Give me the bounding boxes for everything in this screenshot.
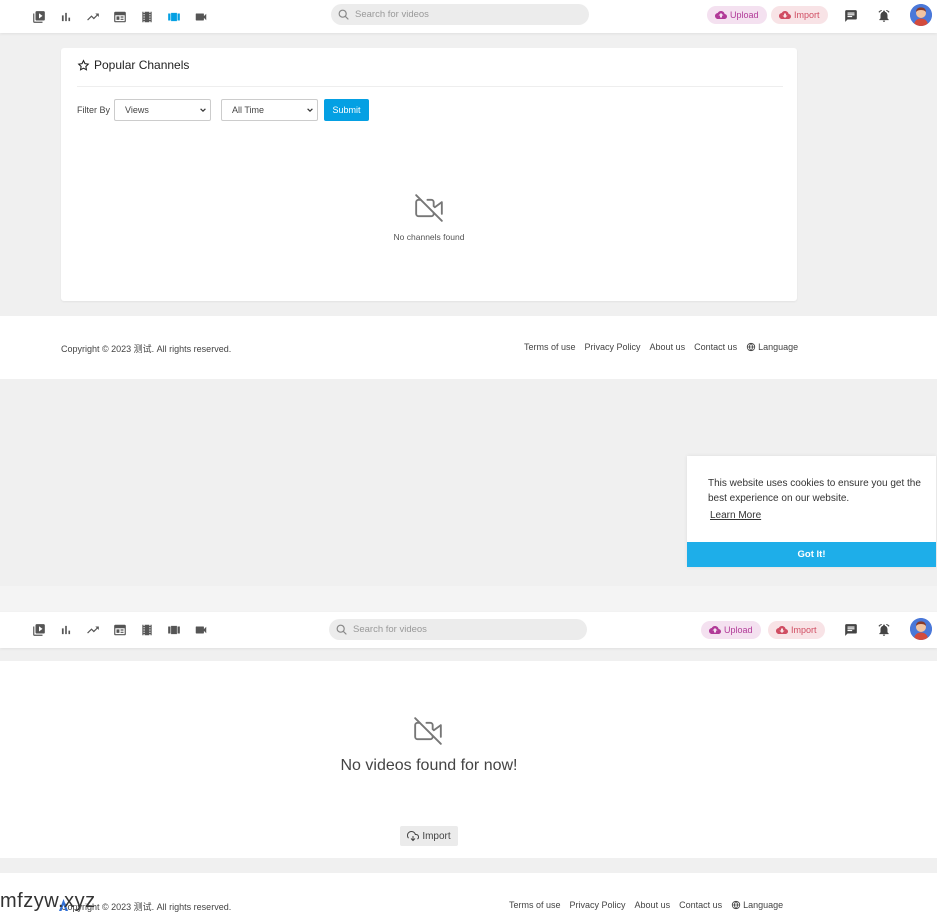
cookie-message: This website uses cookies to ensure you … bbox=[708, 478, 921, 504]
card-divider bbox=[77, 86, 783, 87]
movies-icon[interactable] bbox=[133, 0, 160, 33]
separator-band bbox=[0, 586, 937, 612]
import-button[interactable]: Import bbox=[771, 6, 828, 24]
messages-icon[interactable] bbox=[843, 8, 859, 24]
popular-channels-card: Popular Channels Filter By Views All Tim… bbox=[61, 48, 797, 301]
top-navbar-secondary: Upload Import bbox=[0, 612, 937, 648]
upload-label: Upload bbox=[730, 10, 759, 20]
search-bar[interactable] bbox=[331, 4, 589, 25]
live-camera-icon[interactable] bbox=[187, 612, 214, 648]
articles-icon[interactable] bbox=[106, 612, 133, 648]
messages-icon[interactable] bbox=[843, 622, 859, 638]
copyright-text: Copyright © 2023 测试. All rights reserved… bbox=[61, 344, 232, 354]
import-label: Import bbox=[791, 625, 817, 635]
stats-icon[interactable] bbox=[52, 0, 79, 33]
cloud-upload-icon bbox=[715, 11, 727, 19]
camera-off-icon bbox=[414, 717, 442, 745]
nav-icon-group bbox=[25, 0, 214, 33]
stats-icon[interactable] bbox=[52, 612, 79, 648]
search-input[interactable] bbox=[353, 624, 587, 635]
page-title: Popular Channels bbox=[94, 58, 190, 72]
import-videos-label: Import bbox=[422, 830, 451, 842]
nav-icon-group bbox=[25, 612, 214, 648]
language-label: Language bbox=[758, 342, 799, 352]
articles-icon[interactable] bbox=[106, 0, 133, 33]
language-selector[interactable]: Language bbox=[731, 900, 783, 910]
language-label: Language bbox=[743, 900, 784, 910]
footer-link-contact[interactable]: Contact us bbox=[694, 342, 737, 352]
import-label: Import bbox=[794, 10, 820, 20]
playlist-icon[interactable] bbox=[25, 0, 52, 33]
footer-link-privacy[interactable]: Privacy Policy bbox=[585, 342, 641, 352]
time-range-value: All Time bbox=[232, 105, 265, 115]
playlist-icon[interactable] bbox=[25, 612, 52, 648]
import-videos-button[interactable]: Import bbox=[400, 826, 458, 846]
cloud-download-icon bbox=[776, 626, 788, 634]
footer-link-about[interactable]: About us bbox=[650, 342, 686, 352]
footer-links: Terms of use Privacy Policy About us Con… bbox=[524, 342, 798, 352]
footer-secondary: Copyright © 2023 测试. All rights reserved… bbox=[0, 873, 937, 920]
channels-icon[interactable] bbox=[160, 612, 187, 648]
footer-link-privacy[interactable]: Privacy Policy bbox=[570, 900, 626, 910]
cloud-download-icon bbox=[779, 11, 791, 19]
upload-button[interactable]: Upload bbox=[701, 621, 761, 639]
live-camera-icon[interactable] bbox=[187, 0, 214, 33]
star-icon bbox=[77, 58, 90, 71]
cloud-download-icon bbox=[407, 830, 420, 842]
chevron-down-icon bbox=[200, 108, 206, 113]
search-input[interactable] bbox=[355, 9, 589, 20]
watermark-text: mfzyw.xyz bbox=[0, 890, 96, 912]
user-avatar[interactable] bbox=[910, 618, 932, 640]
channels-icon[interactable] bbox=[160, 0, 187, 33]
footer-link-contact[interactable]: Contact us bbox=[679, 900, 722, 910]
cloud-upload-icon bbox=[709, 626, 721, 634]
chevron-down-icon bbox=[307, 108, 313, 113]
footer: Copyright © 2023 测试. All rights reserved… bbox=[0, 316, 937, 379]
notifications-bell-icon[interactable] bbox=[876, 622, 892, 638]
import-button[interactable]: Import bbox=[768, 621, 825, 639]
camera-off-icon bbox=[415, 194, 443, 222]
user-avatar[interactable] bbox=[910, 4, 932, 26]
filter-by-select[interactable]: Views bbox=[114, 99, 211, 121]
top-navbar: Upload Import bbox=[0, 0, 937, 33]
footer-link-about[interactable]: About us bbox=[635, 900, 671, 910]
empty-state-text: No channels found bbox=[393, 232, 465, 242]
videos-empty-section: No videos found for now! Import bbox=[0, 661, 937, 858]
filter-label: Filter By bbox=[77, 105, 111, 115]
trending-icon[interactable] bbox=[79, 612, 106, 648]
language-selector[interactable]: Language bbox=[746, 342, 798, 352]
notifications-bell-icon[interactable] bbox=[876, 8, 892, 24]
movies-icon[interactable] bbox=[133, 612, 160, 648]
got-it-button[interactable]: Got It! bbox=[687, 542, 936, 567]
filter-by-value: Views bbox=[125, 105, 149, 115]
learn-more-link[interactable]: Learn More bbox=[710, 510, 761, 521]
submit-button[interactable]: Submit bbox=[324, 99, 369, 121]
search-icon bbox=[338, 9, 349, 20]
footer-link-terms[interactable]: Terms of use bbox=[524, 342, 576, 352]
footer-links: Terms of use Privacy Policy About us Con… bbox=[509, 900, 783, 910]
card-header: Popular Channels bbox=[77, 58, 189, 72]
time-range-select[interactable]: All Time bbox=[221, 99, 318, 121]
upload-label: Upload bbox=[724, 625, 753, 635]
search-bar[interactable] bbox=[329, 619, 587, 640]
cookie-consent-banner: This website uses cookies to ensure you … bbox=[687, 456, 936, 567]
search-icon bbox=[336, 624, 347, 635]
trending-icon[interactable] bbox=[79, 0, 106, 33]
globe-icon bbox=[731, 900, 741, 910]
upload-button[interactable]: Upload bbox=[707, 6, 767, 24]
footer-link-terms[interactable]: Terms of use bbox=[509, 900, 561, 910]
globe-icon bbox=[746, 342, 756, 352]
empty-videos-text: No videos found for now! bbox=[340, 757, 518, 774]
